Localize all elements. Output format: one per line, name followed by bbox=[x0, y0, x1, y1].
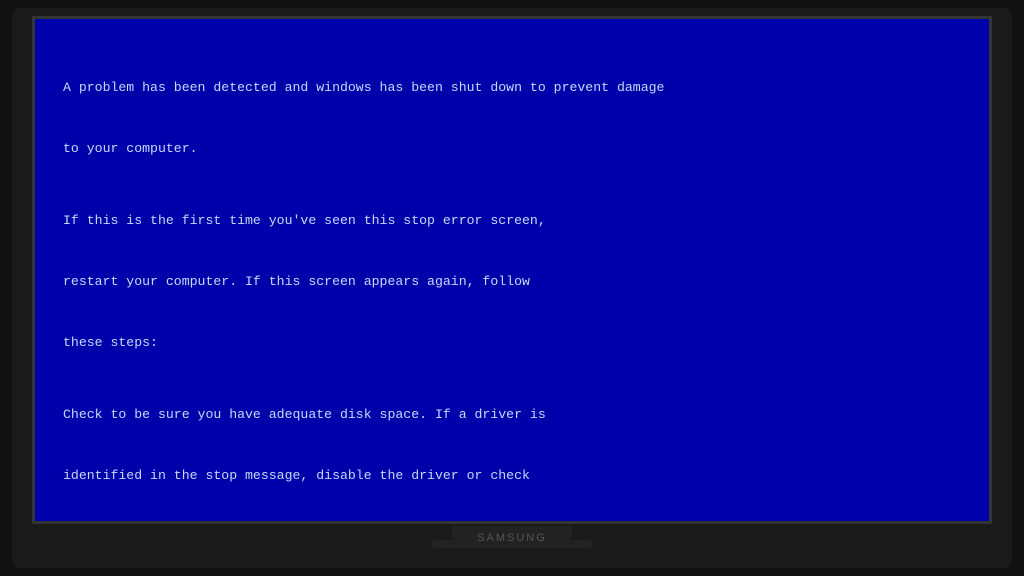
bsod-line4: If this is the first time you've seen th… bbox=[63, 211, 961, 231]
bsod-line2: to your computer. bbox=[63, 139, 961, 159]
monitor: A problem has been detected and windows … bbox=[12, 8, 1012, 568]
monitor-brand-label: SAMSUNG bbox=[477, 532, 547, 544]
bsod-content: A problem has been detected and windows … bbox=[35, 19, 989, 521]
bsod-line6: these steps: bbox=[63, 333, 961, 353]
bsod-line8: Check to be sure you have adequate disk … bbox=[63, 405, 961, 425]
bsod-line1: A problem has been detected and windows … bbox=[63, 78, 961, 98]
bsod-line9: identified in the stop message, disable … bbox=[63, 466, 961, 486]
bsod-screen: A problem has been detected and windows … bbox=[32, 16, 992, 524]
bsod-line5: restart your computer. If this screen ap… bbox=[63, 272, 961, 292]
